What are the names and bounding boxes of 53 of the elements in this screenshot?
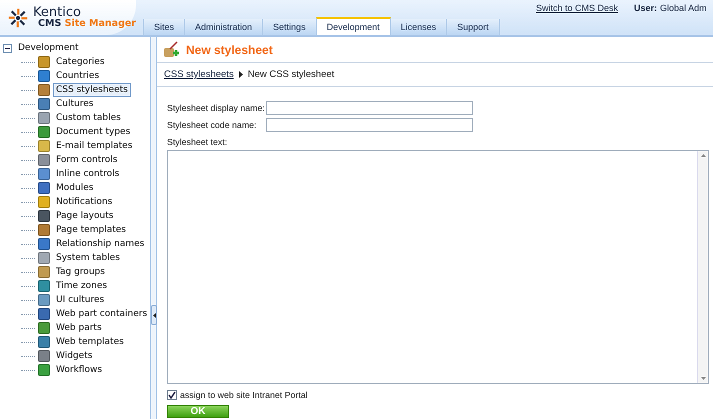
tree-item[interactable]: Categories [53,55,108,69]
collapse-toggle[interactable] [3,44,12,52]
nav-tab[interactable]: Sites [143,19,186,35]
field-label: Stylesheet display name: [167,103,266,113]
tree-item[interactable]: Inline controls [53,167,122,181]
tree-item[interactable]: Custom tables [53,111,124,125]
nav-tab[interactable]: Development [316,17,391,35]
tree-item[interactable]: Cultures [53,97,96,111]
tree-item[interactable]: Tag groups [53,265,108,279]
page-title: New stylesheet [186,42,273,56]
user-label: User: [634,3,658,15]
tree-item[interactable]: System tables [53,251,123,265]
tree-item[interactable]: Page layouts [53,209,116,223]
scroll-up-icon[interactable] [700,154,706,157]
switch-desk-link[interactable]: Switch to CMS Desk [536,3,618,16]
user-name: Global Adm [660,3,707,15]
tree-item[interactable]: Modules [53,181,96,195]
nav-tab[interactable]: Administration [184,19,264,35]
tree-item[interactable]: Countries [53,69,102,83]
tree-item[interactable]: Web templates [53,335,127,349]
tree-item[interactable]: Web part containers [53,307,150,321]
tree-item[interactable]: Workflows [53,363,106,377]
text-input[interactable] [266,118,473,132]
brush-icon [162,40,180,58]
field-label: Stylesheet text: [167,137,228,147]
nav-tab[interactable]: Licenses [390,19,448,35]
breadcrumb-arrow-icon [238,71,243,78]
field-label: Stylesheet code name: [167,120,258,130]
tree-item[interactable]: CSS stylesheets [53,83,131,97]
scrollbar[interactable] [697,151,708,383]
checkbox-label: assign to web site Intranet Portal [180,390,308,400]
tree-item[interactable]: Form controls [53,153,120,167]
tree-item[interactable]: Web parts [53,321,105,335]
tree-item[interactable]: UI cultures [53,293,108,307]
brand-name: Kentico [33,6,81,20]
text-input[interactable] [266,101,473,115]
tree-item[interactable]: E-mail templates [53,139,136,153]
checkbox[interactable] [167,390,177,400]
scroll-down-icon[interactable] [700,377,706,380]
tree-item[interactable]: Notifications [53,195,116,209]
breadcrumb-current: New CSS stylesheet [248,69,334,80]
nav-tab[interactable]: Settings [262,19,317,35]
tree-item[interactable]: Document types [53,125,134,139]
product-name: CMS Site Manager [38,19,136,29]
tree-root-item[interactable]: Development [15,41,82,55]
nav-tab[interactable]: Support [446,19,500,35]
tree-item[interactable]: Page templates [53,223,129,237]
tree-item[interactable]: Widgets [53,349,96,363]
tree-item[interactable]: Time zones [53,279,110,293]
minus-icon [5,46,10,50]
collapse-handle[interactable] [151,305,157,325]
breadcrumb-link[interactable]: CSS stylesheets [164,69,234,80]
tree-item[interactable]: Relationship names [53,237,148,251]
